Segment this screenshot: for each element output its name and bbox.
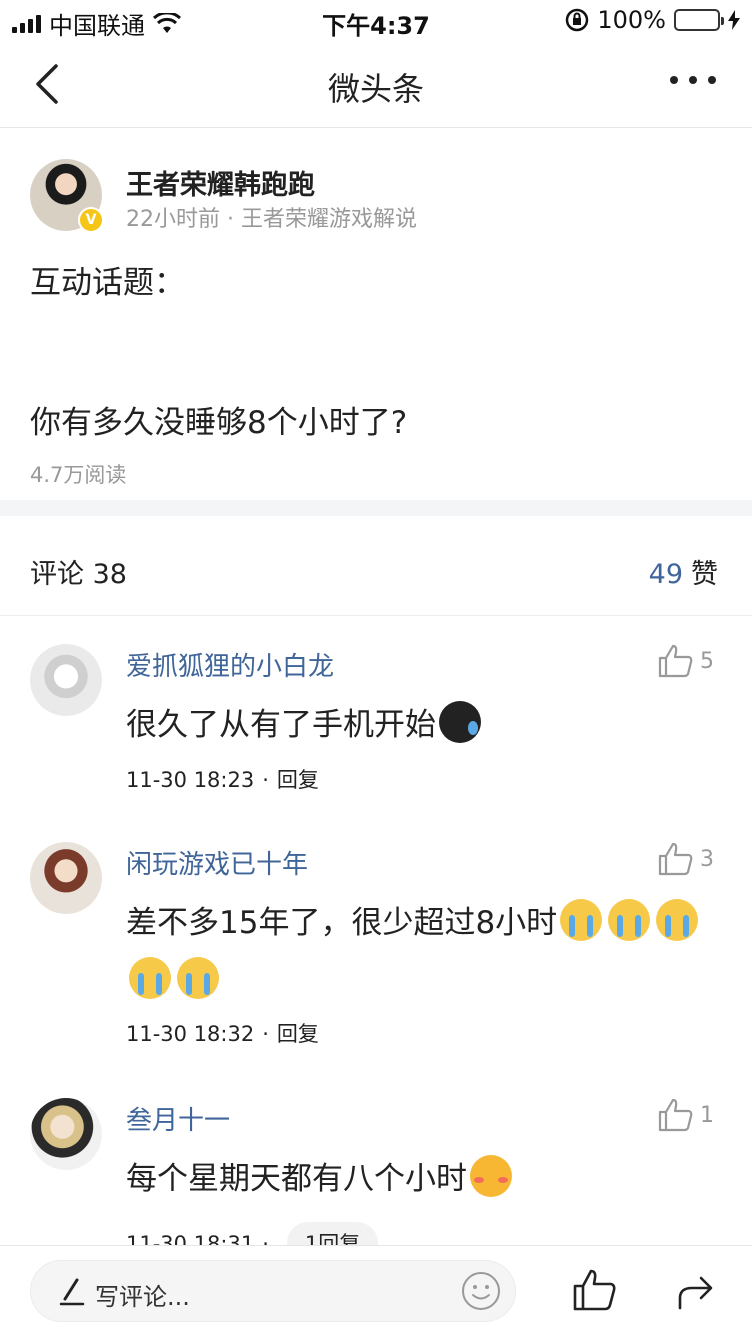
comment-text: 差不多15年了，很少超过8小时: [126, 894, 716, 1010]
crying-emoji-icon: [608, 899, 651, 941]
comment-time: 11-30 18:32: [126, 1022, 255, 1046]
like-count-number: 49: [648, 559, 683, 590]
post-text-line-2: 你有多久没睡够8个小时了?: [30, 405, 408, 441]
comment-meta: 11-30 18:32 · 回复: [126, 1022, 319, 1046]
crying-emoji-icon: [656, 899, 699, 941]
stats-row: 评论 38 49 赞: [0, 516, 752, 616]
page-title: 微头条: [327, 70, 424, 108]
comment-like-count: 5: [700, 648, 714, 674]
thumbs-up-icon: [658, 644, 693, 678]
comment-like-count: 3: [700, 846, 714, 872]
commenter-avatar[interactable]: [30, 644, 102, 716]
reply-button[interactable]: 回复: [277, 768, 319, 792]
reply-button[interactable]: 回复: [277, 1022, 319, 1046]
commenter-name[interactable]: 叁月十一: [126, 1100, 230, 1137]
post-text-line-1: 互动话题：: [30, 265, 185, 301]
battery-percent: 100%: [597, 6, 666, 34]
comment-text-content: 很久了从有了手机开始: [126, 707, 436, 743]
like-count[interactable]: 49 赞: [649, 552, 718, 591]
nav-bar: 微头条: [0, 40, 752, 128]
verified-badge-icon: V: [78, 207, 104, 233]
comment-text-content: 每个星期天都有八个小时: [126, 1161, 467, 1197]
comment-like-button[interactable]: 5: [658, 644, 714, 678]
read-count: 4.7万阅读: [30, 463, 127, 487]
blush-emoji-icon: [470, 1155, 512, 1197]
like-post-icon[interactable]: [572, 1268, 616, 1312]
bottom-bar: 写评论...: [0, 1245, 752, 1334]
share-icon[interactable]: [676, 1272, 716, 1310]
comment-meta: 11-30 18:23 · 回复: [126, 768, 319, 792]
comment-like-count: 1: [700, 1102, 714, 1128]
battery-icon: [674, 9, 724, 31]
charging-icon: [728, 10, 740, 30]
section-divider: [0, 500, 752, 516]
comment-time: 11-30 18:23: [126, 768, 255, 792]
comment-text-content: 差不多15年了，很少超过8小时: [126, 905, 558, 941]
like-count-label: 赞: [691, 559, 718, 590]
post-meta: 22小时前 · 王者荣耀游戏解说: [126, 207, 417, 232]
comment-like-button[interactable]: 1: [658, 1098, 714, 1132]
crying-emoji-icon: [177, 957, 219, 999]
commenter-avatar[interactable]: [30, 1098, 102, 1170]
status-right: 100%: [565, 6, 740, 34]
crying-emoji-icon: [129, 957, 171, 999]
status-bar: 中国联通 下午4:37 100%: [0, 0, 752, 40]
thumbs-up-icon: [658, 842, 693, 876]
pen-icon: [59, 1278, 85, 1306]
comment-text: 很久了从有了手机开始: [126, 696, 484, 754]
sweat-emoji-icon: [439, 701, 481, 743]
emoji-picker-icon[interactable]: [461, 1271, 501, 1311]
crying-emoji-icon: [560, 899, 603, 941]
comment-input[interactable]: 写评论...: [30, 1260, 516, 1322]
commenter-name[interactable]: 闲玩游戏已十年: [126, 844, 308, 881]
thumbs-up-icon: [658, 1098, 693, 1132]
author-name[interactable]: 王者荣耀韩跑跑: [126, 163, 315, 202]
commenter-avatar[interactable]: [30, 842, 102, 914]
comment-count: 评论 38: [30, 559, 127, 590]
more-icon[interactable]: [670, 76, 716, 84]
comment-like-button[interactable]: 3: [658, 842, 714, 876]
comment-text: 每个星期天都有八个小时: [126, 1150, 515, 1208]
commenter-name[interactable]: 爱抓狐狸的小白龙: [126, 646, 334, 683]
rotation-lock-icon: [566, 8, 589, 32]
comment-input-placeholder: 写评论...: [95, 1283, 190, 1311]
